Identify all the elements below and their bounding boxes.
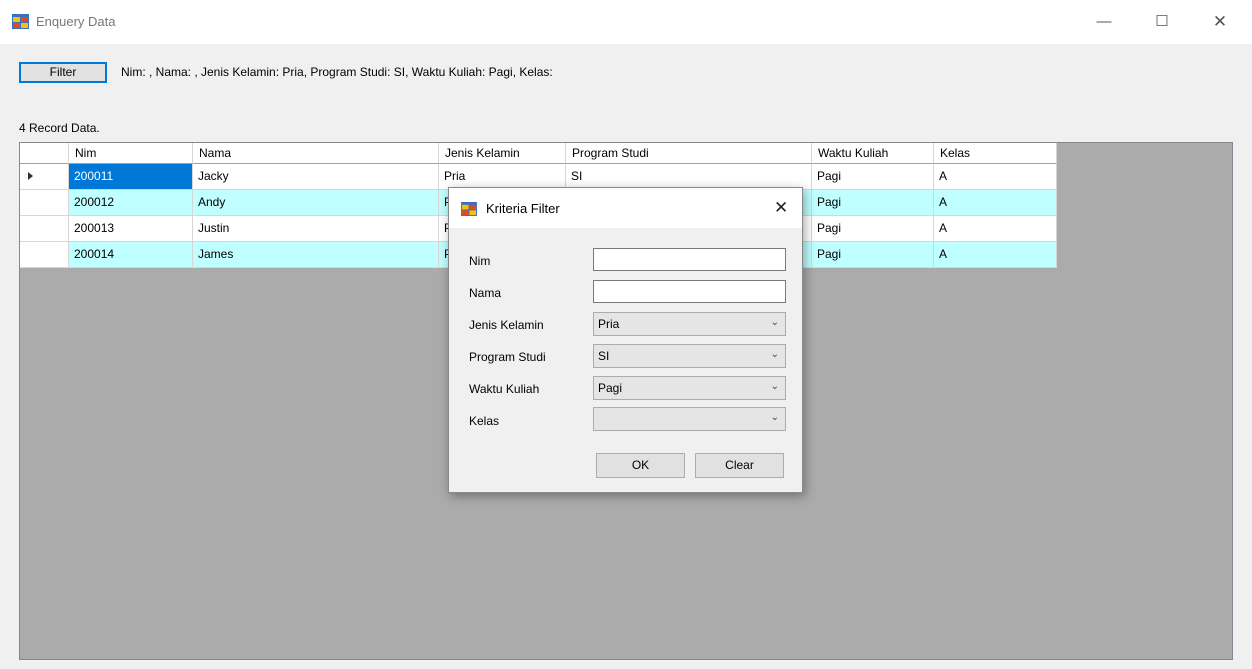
column-header-jenis-kelamin[interactable]: Jenis Kelamin [439,143,566,164]
title-bar: Enquery Data — ☐ ✕ [0,0,1252,44]
program-studi-label: Program Studi [469,350,546,364]
nim-input[interactable] [593,248,786,271]
cell-nama[interactable]: Justin [193,216,439,242]
cell-waktu-kuliah[interactable]: Pagi [812,190,934,216]
waktu-kuliah-value: Pagi [598,381,623,395]
chevron-down-icon: ⌄ [770,317,779,328]
cell-kelas[interactable]: A [934,216,1057,242]
cell-kelas[interactable]: A [934,190,1057,216]
filter-info-text: Nim: , Nama: , Jenis Kelamin: Pria, Prog… [121,65,553,79]
chevron-down-icon: ⌄ [770,412,779,423]
column-header-nama[interactable]: Nama [193,143,439,164]
cell-kelas[interactable]: A [934,242,1057,268]
cell-nim[interactable]: 200012 [69,190,193,216]
program-studi-value: SI [598,349,610,363]
app-icon [12,14,29,29]
row-header[interactable] [20,190,69,216]
waktu-kuliah-label: Waktu Kuliah [469,382,540,396]
row-header-corner [20,143,69,164]
cell-nama[interactable]: Jacky [193,164,439,190]
nama-label: Nama [469,286,502,300]
column-header-waktu-kuliah[interactable]: Waktu Kuliah [812,143,934,164]
close-button[interactable]: ✕ [1199,0,1241,44]
column-header-program-studi[interactable]: Program Studi [566,143,812,164]
jenis-kelamin-value: Pria [598,317,620,331]
cell-nama[interactable]: Andy [193,190,439,216]
dialog-title-bar: Kriteria Filter ✕ [449,188,802,228]
filter-button[interactable]: Filter [19,62,107,83]
kelas-label: Kelas [469,414,500,428]
cell-nim[interactable]: 200011 [69,164,193,190]
cell-waktu-kuliah[interactable]: Pagi [812,164,934,190]
dialog-close-button[interactable]: ✕ [774,198,788,218]
program-studi-select[interactable]: SI ⌄ [593,344,786,368]
jenis-kelamin-label: Jenis Kelamin [469,318,544,332]
nim-label: Nim [469,254,491,268]
waktu-kuliah-select[interactable]: Pagi ⌄ [593,376,786,400]
jenis-kelamin-select[interactable]: Pria ⌄ [593,312,786,336]
kelas-select[interactable]: ⌄ [593,407,786,431]
window-title: Enquery Data [36,14,116,29]
cell-nim[interactable]: 200013 [69,216,193,242]
nama-input[interactable] [593,280,786,303]
row-header[interactable] [20,164,69,190]
row-header[interactable] [20,216,69,242]
record-count-label: 4 Record Data. [19,121,100,135]
ok-button[interactable]: OK [596,453,685,478]
chevron-down-icon: ⌄ [770,349,779,360]
minimize-button[interactable]: — [1083,0,1125,44]
clear-button[interactable]: Clear [695,453,784,478]
filter-dialog: Kriteria Filter ✕ Nim Nama Jenis Kelamin… [448,187,803,493]
row-header[interactable] [20,242,69,268]
cell-kelas[interactable]: A [934,164,1057,190]
cell-nama[interactable]: James [193,242,439,268]
maximize-button[interactable]: ☐ [1141,0,1183,44]
current-row-arrow-icon [28,172,33,180]
cell-nim[interactable]: 200014 [69,242,193,268]
chevron-down-icon: ⌄ [770,381,779,392]
app-icon [461,202,477,216]
dialog-title: Kriteria Filter [486,201,560,216]
grid-header: Nim Nama Jenis Kelamin Program Studi Wak… [20,143,1057,164]
cell-waktu-kuliah[interactable]: Pagi [812,242,934,268]
column-header-kelas[interactable]: Kelas [934,143,1057,164]
cell-waktu-kuliah[interactable]: Pagi [812,216,934,242]
column-header-nim[interactable]: Nim [69,143,193,164]
